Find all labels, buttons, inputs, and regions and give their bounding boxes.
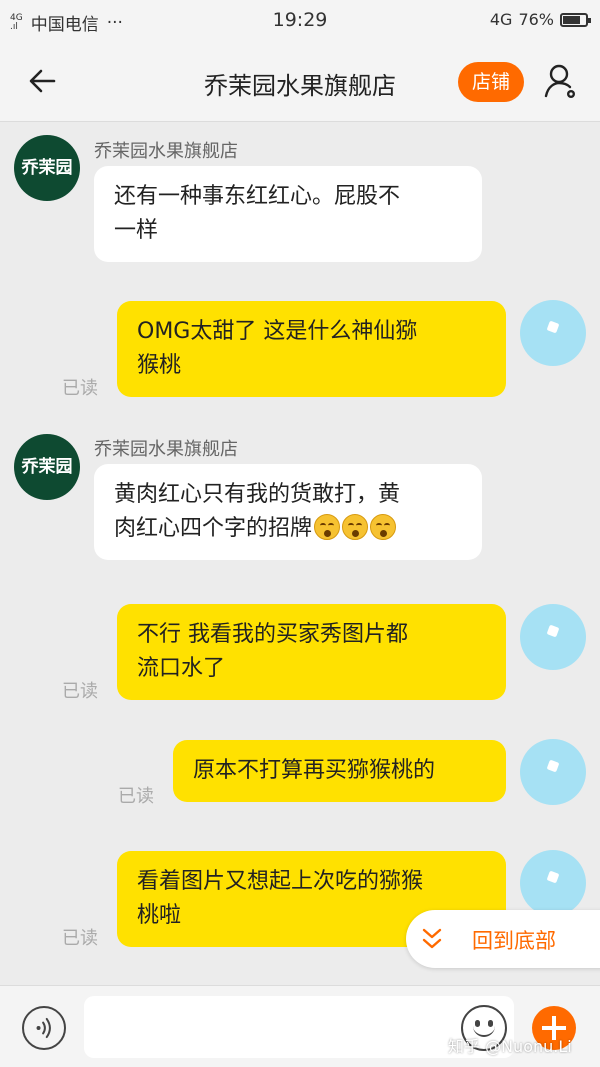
user-avatar[interactable] bbox=[520, 850, 586, 916]
sender-name: 乔茉园水果旗舰店 bbox=[94, 141, 238, 162]
battery-percent: 76% bbox=[518, 10, 554, 29]
read-receipt: 已读 bbox=[62, 928, 98, 949]
shop-button[interactable]: 店铺 bbox=[458, 62, 524, 102]
user-avatar[interactable] bbox=[520, 739, 586, 805]
message-text-line: 流口水了 bbox=[137, 656, 226, 681]
read-receipt: 已读 bbox=[118, 786, 154, 807]
voice-icon[interactable] bbox=[22, 1006, 66, 1050]
user-settings-icon[interactable] bbox=[543, 62, 579, 102]
message-text-line: 一样 bbox=[114, 218, 159, 243]
scroll-to-bottom-label: 回到底部 bbox=[472, 929, 556, 953]
network-label: 4G bbox=[489, 10, 513, 29]
yawn-emoji-icon bbox=[342, 514, 369, 540]
message-text-line: 黄肉红心只有我的货敢打，黄 bbox=[114, 482, 401, 507]
double-chevron-down-icon bbox=[422, 928, 442, 949]
read-receipt: 已读 bbox=[62, 378, 98, 399]
message-text-line: 还有一种事东红红心。屁股不 bbox=[114, 184, 401, 209]
yawn-emoji-icon bbox=[370, 514, 397, 540]
yawn-emoji-icon bbox=[314, 514, 341, 540]
shop-avatar[interactable]: 乔茉园 bbox=[14, 434, 80, 500]
scroll-to-bottom-button[interactable]: 回到底部 bbox=[406, 910, 600, 968]
message-bubble-outgoing[interactable]: OMG太甜了 这是什么神仙猕 猴桃 bbox=[117, 301, 506, 397]
message-bubble-outgoing[interactable]: 原本不打算再买猕猴桃的 bbox=[173, 740, 506, 802]
message-text-line: 肉红心四个字的招牌 bbox=[114, 516, 313, 541]
message-text-line: 原本不打算再买猕猴桃的 bbox=[193, 758, 436, 783]
message-text-line: 不行 我看我的买家秀图片都 bbox=[137, 622, 408, 647]
message-text-line: OMG太甜了 这是什么神仙猕 bbox=[137, 319, 418, 344]
message-bubble-incoming[interactable]: 还有一种事东红红心。屁股不 一样 bbox=[94, 166, 482, 262]
read-receipt: 已读 bbox=[62, 681, 98, 702]
message-text-line: 看着图片又想起上次吃的猕猴 bbox=[137, 869, 424, 894]
user-avatar[interactable] bbox=[520, 300, 586, 366]
nav-bar: 乔茉园水果旗舰店 店铺 bbox=[0, 42, 600, 122]
user-avatar[interactable] bbox=[520, 604, 586, 670]
message-text-line: 猴桃 bbox=[137, 353, 182, 378]
message-bubble-outgoing[interactable]: 不行 我看我的买家秀图片都 流口水了 bbox=[117, 604, 506, 700]
message-bubble-incoming[interactable]: 黄肉红心只有我的货敢打，黄 肉红心四个字的招牌 bbox=[94, 464, 482, 560]
battery-icon bbox=[560, 12, 591, 27]
shop-avatar[interactable]: 乔茉园 bbox=[14, 135, 80, 201]
sender-name: 乔茉园水果旗舰店 bbox=[94, 439, 238, 460]
watermark: 知乎 @Nuonu.Li bbox=[448, 1037, 572, 1056]
status-bar: 4G .ıl 中国电信 ··· 19:29 4G 76% bbox=[0, 0, 600, 42]
